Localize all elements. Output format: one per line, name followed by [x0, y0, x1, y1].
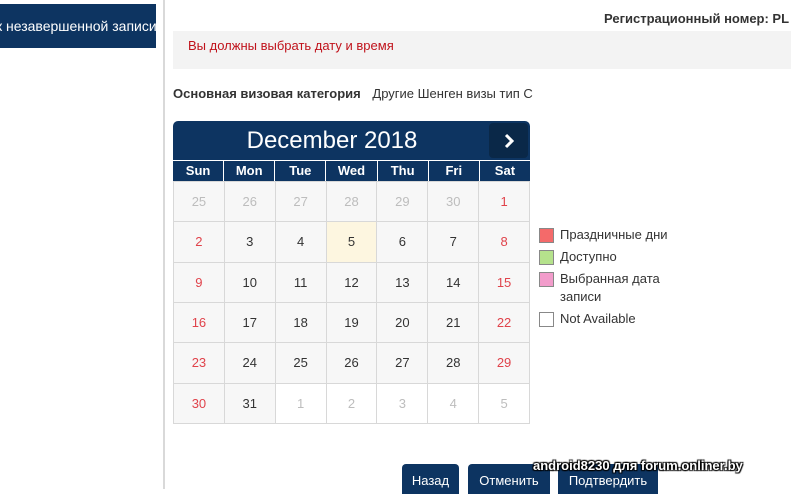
calendar-day[interactable]: 20 [377, 302, 429, 344]
registration-number: Регистрационный номер: PL [604, 11, 790, 26]
calendar-day-outside: 2 [326, 383, 378, 424]
calendar-day-outside: 1 [275, 383, 327, 424]
calendar-day-outside: 4 [428, 383, 480, 424]
legend-label: Доступно [560, 249, 617, 264]
calendar-day[interactable]: 6 [377, 222, 429, 263]
calendar-day-outside: 29 [377, 182, 429, 223]
visa-category-label: Основная визовая категория [173, 86, 361, 101]
back-button[interactable]: Назад [402, 464, 459, 494]
calendar-day[interactable]: 19 [326, 302, 378, 344]
calendar-day[interactable]: 2 [174, 222, 225, 263]
legend-item: Праздничные дни [539, 226, 688, 244]
legend-item: Доступно [539, 248, 688, 266]
calendar-day[interactable]: 17 [224, 302, 276, 344]
calendar-day[interactable]: 29 [479, 343, 530, 384]
legend-swatch [539, 250, 554, 265]
legend-label: Not Available [560, 311, 636, 326]
weekday-sun: Sun [173, 161, 224, 181]
error-message: Вы должны выбрать дату и время [188, 38, 394, 53]
legend-swatch [539, 228, 554, 243]
legend-label: Выбранная дата записи [560, 271, 660, 304]
calendar-day[interactable]: 21 [428, 302, 480, 344]
weekday-mon: Mon [224, 161, 275, 181]
calendar-day[interactable]: 30 [174, 383, 225, 424]
calendar-day-outside: 26 [224, 182, 276, 223]
calendar-day[interactable]: 22 [479, 302, 530, 344]
calendar-day[interactable]: 18 [275, 302, 327, 344]
weekday-wed: Wed [326, 161, 377, 181]
error-alert: Вы должны выбрать дату и время [173, 31, 791, 69]
legend-swatch [539, 312, 554, 327]
calendar-day[interactable]: 16 [174, 302, 225, 344]
calendar-day-outside: 3 [377, 383, 429, 424]
calendar-day[interactable]: 10 [224, 262, 276, 303]
calendar-day[interactable]: 3 [224, 222, 276, 263]
calendar-day[interactable]: 13 [377, 262, 429, 303]
calendar-day[interactable]: 25 [275, 343, 327, 384]
legend-item: Выбранная дата записи [539, 270, 688, 306]
calendar-day[interactable]: 11 [275, 262, 327, 303]
calendar-day-outside: 28 [326, 182, 378, 223]
legend-swatch [539, 272, 554, 287]
calendar-month-title: December 2018 [246, 127, 418, 154]
weekday-fri: Fri [428, 161, 479, 181]
sidebar-divider [163, 0, 165, 489]
calendar-day[interactable]: 5 [326, 222, 378, 263]
calendar-day[interactable]: 23 [174, 343, 225, 384]
legend-item: Not Available [539, 310, 688, 328]
chevron-right-icon [504, 133, 514, 148]
calendar-day-outside: 5 [479, 383, 530, 424]
visa-category-value: Другие Шенген визы тип С [372, 86, 533, 101]
calendar-day[interactable]: 12 [326, 262, 378, 303]
weekday-sat: Sat [479, 161, 530, 181]
calendar-day[interactable]: 9 [174, 262, 225, 303]
calendar-day-grid: 25 26 27 28 29 30 1 2 3 4 5 6 7 8 9 10 11 12 13 14 15 16 17 18 1… [173, 181, 530, 424]
next-month-button[interactable] [489, 123, 528, 158]
resume-incomplete-label: к незавершенной записи [0, 18, 156, 34]
calendar-day-outside: 27 [275, 182, 327, 223]
calendar-day[interactable]: 1 [479, 182, 530, 223]
resume-incomplete-button[interactable]: к незавершенной записи [0, 4, 156, 48]
calendar-day[interactable]: 4 [275, 222, 327, 263]
watermark: android8230 для forum.onliner.by [533, 458, 743, 473]
calendar-day[interactable]: 7 [428, 222, 480, 263]
calendar-legend: Праздничные дни Доступно Выбранная дата за… [539, 226, 688, 332]
calendar-day[interactable]: 14 [428, 262, 480, 303]
weekday-tue: Tue [275, 161, 326, 181]
calendar-day-outside: 30 [428, 182, 480, 223]
legend-label: Праздничные дни [560, 227, 668, 242]
calendar-day-outside: 25 [174, 182, 225, 223]
calendar-day[interactable]: 28 [428, 343, 480, 384]
calendar-day[interactable]: 15 [479, 262, 530, 303]
weekday-thu: Thu [377, 161, 428, 181]
calendar-day[interactable]: 8 [479, 222, 530, 263]
calendar-header: December 2018 [173, 121, 530, 160]
calendar-day[interactable]: 27 [377, 343, 429, 384]
weekday-header-row: Sun Mon Tue Wed Thu Fri Sat [173, 161, 530, 181]
visa-category-row: Основная визовая категория Другие Шенген… [173, 86, 533, 101]
calendar-day[interactable]: 31 [224, 383, 276, 424]
calendar-day[interactable]: 24 [224, 343, 276, 384]
calendar-day[interactable]: 26 [326, 343, 378, 384]
